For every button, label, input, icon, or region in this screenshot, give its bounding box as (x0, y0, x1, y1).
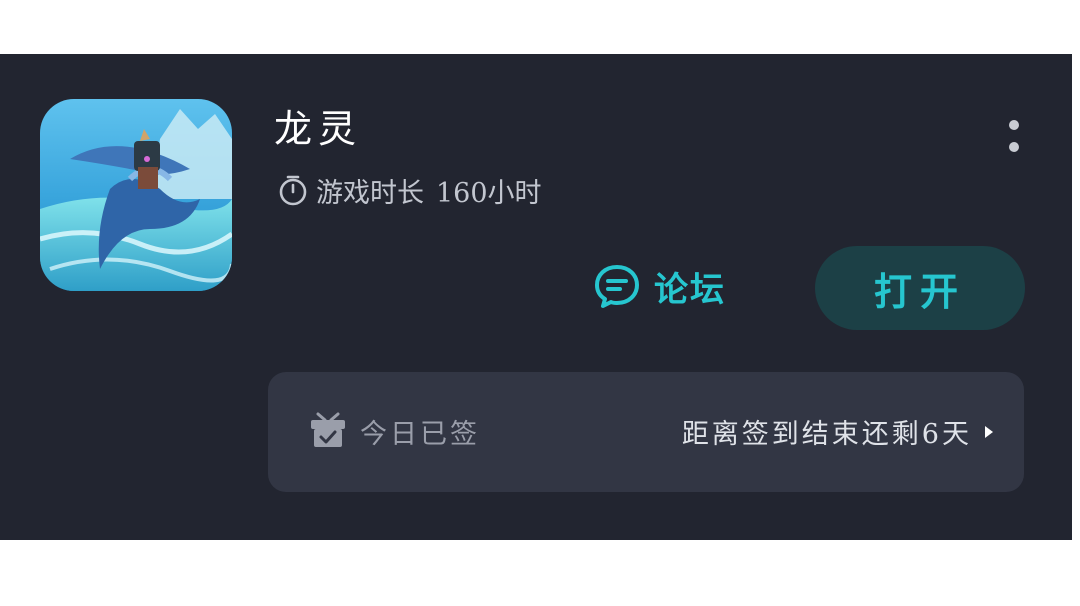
open-label: 打开 (873, 268, 966, 314)
signin-countdown[interactable]: 距离签到结束还剩6天 (682, 412, 996, 451)
app-name: 龙灵 (274, 107, 363, 151)
more-vertical-icon-dot (1009, 142, 1019, 152)
dragon-rider-artwork (40, 99, 232, 291)
chat-bubble-icon (595, 265, 639, 308)
more-vertical-icon (1009, 120, 1019, 130)
countdown-text: 距离签到结束还剩6天 (681, 419, 972, 450)
signin-bar[interactable]: 今日已签 距离签到结束还剩6天 (268, 372, 1024, 492)
gift-box-icon (311, 412, 345, 447)
open-button[interactable]: 打开 (815, 246, 1025, 330)
playtime-row: 游戏时长 160小时 (276, 170, 542, 210)
forum-button[interactable]: 论坛 (592, 260, 726, 312)
more-options-button[interactable] (998, 116, 1030, 156)
triangle-right-icon (985, 425, 993, 438)
playtime-value: 160小时 (436, 177, 542, 209)
stopwatch-icon (279, 175, 307, 206)
signin-status: 今日已签 (360, 419, 480, 450)
game-card: 龙灵 游戏时长 160小时 论坛 打开 今日已签 距离签到结束还剩6天 (0, 54, 1072, 540)
forum-label: 论坛 (654, 269, 726, 310)
playtime-label: 游戏时长 (316, 177, 424, 209)
app-icon-image[interactable] (40, 99, 232, 291)
